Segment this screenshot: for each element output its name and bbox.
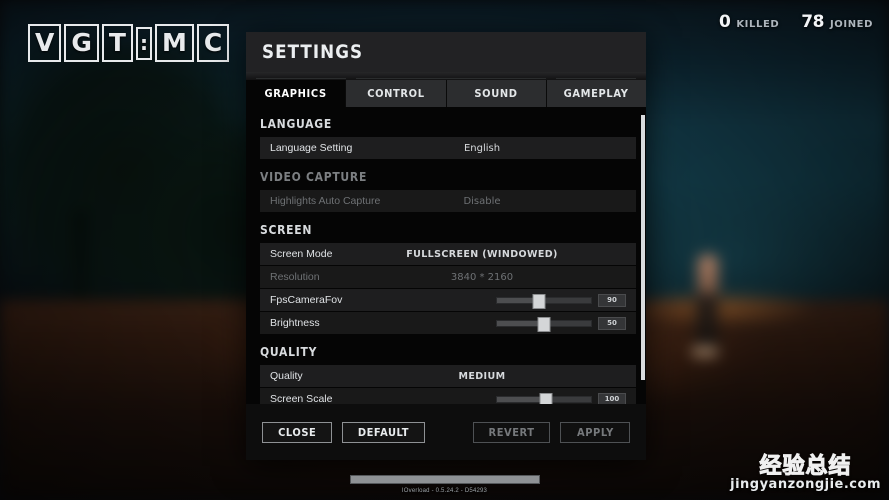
setting-row-fps-camera-fov[interactable]: FpsCameraFov 90 (260, 289, 636, 311)
setting-row-resolution[interactable]: Resolution 3840 * 2160 (260, 266, 636, 288)
brightness-slider[interactable] (496, 316, 592, 332)
tab-graphics[interactable]: GRAPHICS (246, 80, 347, 107)
site-watermark: 经验总结 jingyanzongjie.com (730, 455, 881, 492)
logo-letter: G (64, 24, 99, 62)
version-text: IOverload - 0.5.24.2 - D54293 (401, 488, 488, 494)
watermark-url-text: jingyanzongjie.com (730, 477, 881, 493)
game-logo: V G T : M C (24, 20, 233, 66)
fps-camera-fov-slider[interactable] (496, 293, 592, 309)
clipped-dropdown-strip (246, 72, 646, 80)
setting-label: Language Setting (270, 142, 353, 154)
section-header-quality: QUALITY (260, 335, 636, 365)
settings-footer: CLOSE DEFAULT REVERT APPLY (246, 404, 646, 460)
setting-row-screen-scale[interactable]: Screen Scale 100 (260, 388, 636, 404)
setting-value: 3840 * 2160 (450, 271, 514, 283)
slider-group: 100 (496, 388, 626, 404)
slider-group: 50 (496, 312, 626, 334)
tab-control[interactable]: CONTROL (346, 80, 447, 107)
setting-row-brightness[interactable]: Brightness 50 (260, 312, 636, 334)
logo-letter: T (101, 24, 133, 62)
setting-label: Resolution (270, 271, 320, 283)
killed-label: KILLED (736, 19, 780, 30)
apply-button[interactable]: APPLY (560, 421, 630, 443)
settings-scroll-area[interactable]: LANGUAGE Language Setting English VIDEO … (246, 107, 646, 404)
close-button[interactable]: CLOSE (262, 421, 332, 443)
logo-letter: M (154, 24, 194, 62)
settings-scrollbar[interactable] (640, 115, 646, 404)
setting-row-screen-mode[interactable]: Screen Mode FULLSCREEN (WINDOWED) (260, 243, 636, 265)
default-button[interactable]: DEFAULT (342, 421, 425, 443)
brightness-value: 50 (598, 316, 626, 330)
logo-letter: C (196, 24, 230, 62)
loading-progress-bar (349, 475, 540, 484)
slider-handle[interactable] (539, 392, 553, 404)
setting-row-highlights-auto-capture[interactable]: Highlights Auto Capture Disable (260, 190, 636, 212)
close-button-label: CLOSE (277, 425, 317, 439)
tab-sound-label: SOUND (474, 87, 518, 100)
slider-handle[interactable] (532, 293, 546, 309)
strip-seam (256, 78, 346, 79)
tab-gameplay-label: GAMEPLAY (563, 87, 629, 100)
joined-label: JOINED (829, 19, 873, 30)
joined-count: 78 (801, 12, 824, 32)
section-header-language: LANGUAGE (260, 107, 636, 137)
setting-label: Brightness (270, 317, 320, 329)
section-header-video-capture-label: VIDEO CAPTURE (260, 170, 368, 184)
setting-label: Screen Mode (270, 248, 333, 260)
tab-control-label: CONTROL (367, 87, 425, 100)
strip-seam (556, 78, 636, 79)
tab-graphics-label: GRAPHICS (264, 87, 327, 100)
settings-dialog: SETTINGS GRAPHICS CONTROL SOUND GAMEPLAY… (246, 32, 646, 460)
settings-header: SETTINGS (246, 32, 646, 72)
tab-gameplay[interactable]: GAMEPLAY (546, 80, 646, 107)
tab-sound[interactable]: SOUND (446, 80, 547, 107)
slider-handle[interactable] (537, 316, 551, 332)
settings-tabs: GRAPHICS CONTROL SOUND GAMEPLAY (246, 80, 646, 107)
default-button-label: DEFAULT (357, 425, 410, 439)
section-header-video-capture: VIDEO CAPTURE (260, 160, 636, 190)
section-header-screen-label: SCREEN (260, 223, 313, 237)
joined-counter: 78 JOINED (801, 12, 873, 32)
strip-seam (356, 78, 546, 79)
setting-label: Highlights Auto Capture (270, 195, 381, 207)
watermark-cn-text: 经验总结 (759, 454, 852, 480)
setting-label: Screen Scale (270, 393, 333, 404)
scrollbar-thumb[interactable] (641, 115, 645, 380)
section-header-screen: SCREEN (260, 213, 636, 243)
setting-label: Quality (270, 370, 303, 382)
section-header-language-label: LANGUAGE (260, 117, 332, 131)
revert-button-label: REVERT (488, 425, 535, 439)
logo-separator: : (135, 26, 152, 60)
logo-letter: V (28, 24, 62, 62)
revert-button[interactable]: REVERT (472, 421, 550, 443)
setting-value: FULLSCREEN (WINDOWED) (406, 248, 558, 260)
section-header-quality-label: QUALITY (260, 345, 318, 359)
fps-camera-fov-value: 90 (598, 293, 626, 307)
setting-row-quality[interactable]: Quality MEDIUM (260, 365, 636, 387)
hud-counters: 0 KILLED 78 JOINED (719, 12, 873, 32)
screen-scale-value: 100 (598, 392, 626, 404)
screen-scale-slider[interactable] (496, 392, 592, 404)
apply-button-label: APPLY (576, 425, 614, 439)
killed-count: 0 (718, 12, 731, 32)
setting-row-language-setting[interactable]: Language Setting English (260, 137, 636, 159)
setting-value: MEDIUM (458, 370, 506, 382)
setting-label: FpsCameraFov (270, 294, 343, 306)
slider-group: 90 (496, 289, 626, 311)
page-title: SETTINGS (262, 41, 364, 63)
killed-counter: 0 KILLED (719, 12, 779, 32)
